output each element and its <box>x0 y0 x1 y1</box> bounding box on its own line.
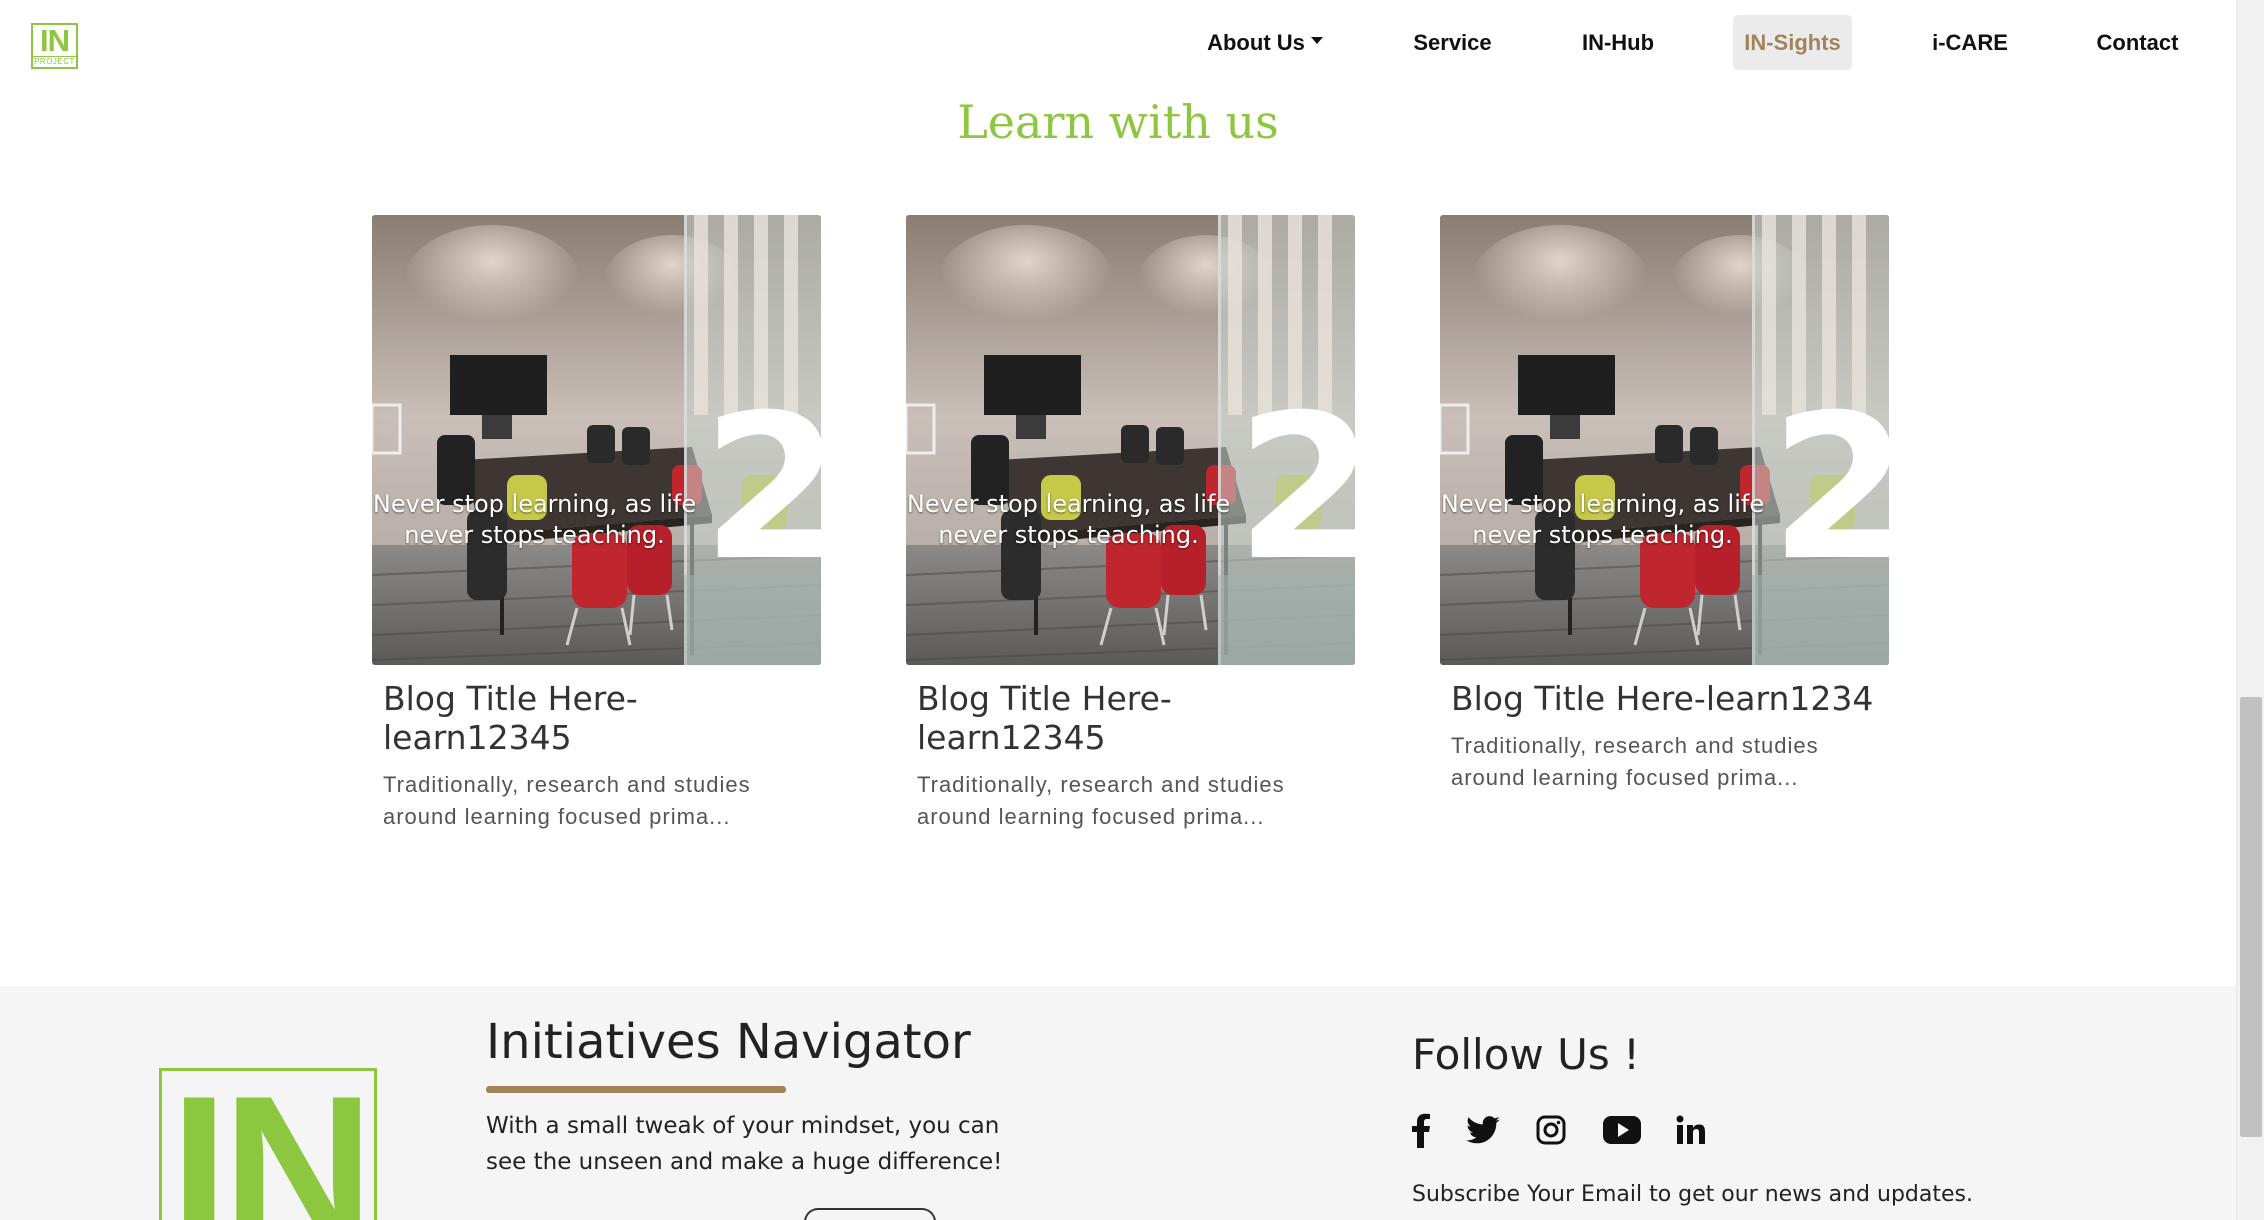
facebook-icon[interactable] <box>1408 1112 1434 1148</box>
nav-service-label: Service <box>1413 29 1492 55</box>
blog-card-image[interactable]: Never stop learning, as life never stops… <box>906 215 1355 665</box>
nav-in-sights-label: IN-Sights <box>1744 29 1841 55</box>
page: IN PROJECT About Us Service IN-Hub IN-Si… <box>0 0 2236 1220</box>
blog-card-title[interactable]: Blog Title Here-learn1234 <box>1440 679 1889 718</box>
meeting-room-photo <box>372 215 821 665</box>
blog-card[interactable]: Never stop learning, as life never stops… <box>1440 215 1889 794</box>
instagram-icon[interactable] <box>1534 1112 1568 1148</box>
blog-card-quote: Never stop learning, as life never stops… <box>906 490 1231 549</box>
initiatives-navigator-title: Initiatives Navigator <box>486 1014 971 1070</box>
blog-card-quote: Never stop learning, as life never stops… <box>1440 490 1765 549</box>
linkedin-icon[interactable] <box>1674 1112 1708 1148</box>
scrollbar-thumb[interactable] <box>2240 697 2262 1137</box>
follow-us-title: Follow Us ! <box>1412 1030 1640 1079</box>
title-underline <box>486 1086 786 1093</box>
nav-i-care-label: i-CARE <box>1932 29 2008 55</box>
nav-in-hub-label: IN-Hub <box>1581 29 1655 55</box>
section-title: Learn with us <box>957 95 1279 149</box>
nav-in-sights[interactable]: IN-Sights <box>1733 15 1852 70</box>
nav-contact-label: Contact <box>2096 29 2179 55</box>
caret-down-icon <box>1310 37 1323 44</box>
blog-card-description: Traditionally, research and studies arou… <box>1451 733 1819 790</box>
youtube-icon[interactable] <box>1602 1112 1642 1148</box>
blog-card-image[interactable]: Never stop learning, as life never stops… <box>1440 215 1889 665</box>
blog-card-title[interactable]: Blog Title Here-learn12345 <box>906 679 1355 757</box>
nav-i-care[interactable]: i-CARE <box>1920 15 2020 70</box>
blog-card-image[interactable]: Never stop learning, as life never stops… <box>372 215 821 665</box>
nav-about-us-label: About Us <box>1207 29 1305 55</box>
nav-service[interactable]: Service <box>1400 15 1505 70</box>
footer-logo[interactable]: IN <box>159 1068 377 1220</box>
nav-in-hub[interactable]: IN-Hub <box>1568 15 1668 70</box>
footer-logo-text: IN <box>170 1068 374 1220</box>
blog-card-quote: Never stop learning, as life never stops… <box>372 490 697 549</box>
blog-card-description: Traditionally, research and studies arou… <box>917 772 1285 829</box>
blog-card[interactable]: Never stop learning, as life never stops… <box>372 215 821 833</box>
blog-card[interactable]: Never stop learning, as life never stops… <box>906 215 1355 833</box>
main-nav: About Us Service IN-Hub IN-Sights i-CARE… <box>0 15 2236 70</box>
page-scrollbar[interactable] <box>2236 0 2264 1220</box>
blog-card-description: Traditionally, research and studies arou… <box>383 772 751 829</box>
initiatives-navigator-text: With a small tweak of your mindset, you … <box>486 1113 1003 1175</box>
nav-contact[interactable]: Contact <box>2085 15 2190 70</box>
meeting-room-photo <box>1440 215 1889 665</box>
subscribe-text: Subscribe Your Email to get our news and… <box>1412 1182 1973 1207</box>
site-header: IN PROJECT About Us Service IN-Hub IN-Si… <box>0 0 2236 82</box>
twitter-icon[interactable] <box>1464 1112 1502 1148</box>
blog-card-title[interactable]: Blog Title Here-learn12345 <box>372 679 821 757</box>
site-footer: IN Initiatives Navigator With a small tw… <box>0 986 2236 1220</box>
nav-about-us[interactable]: About Us <box>1195 15 1335 70</box>
read-more-button[interactable] <box>804 1208 936 1220</box>
meeting-room-photo <box>906 215 1355 665</box>
